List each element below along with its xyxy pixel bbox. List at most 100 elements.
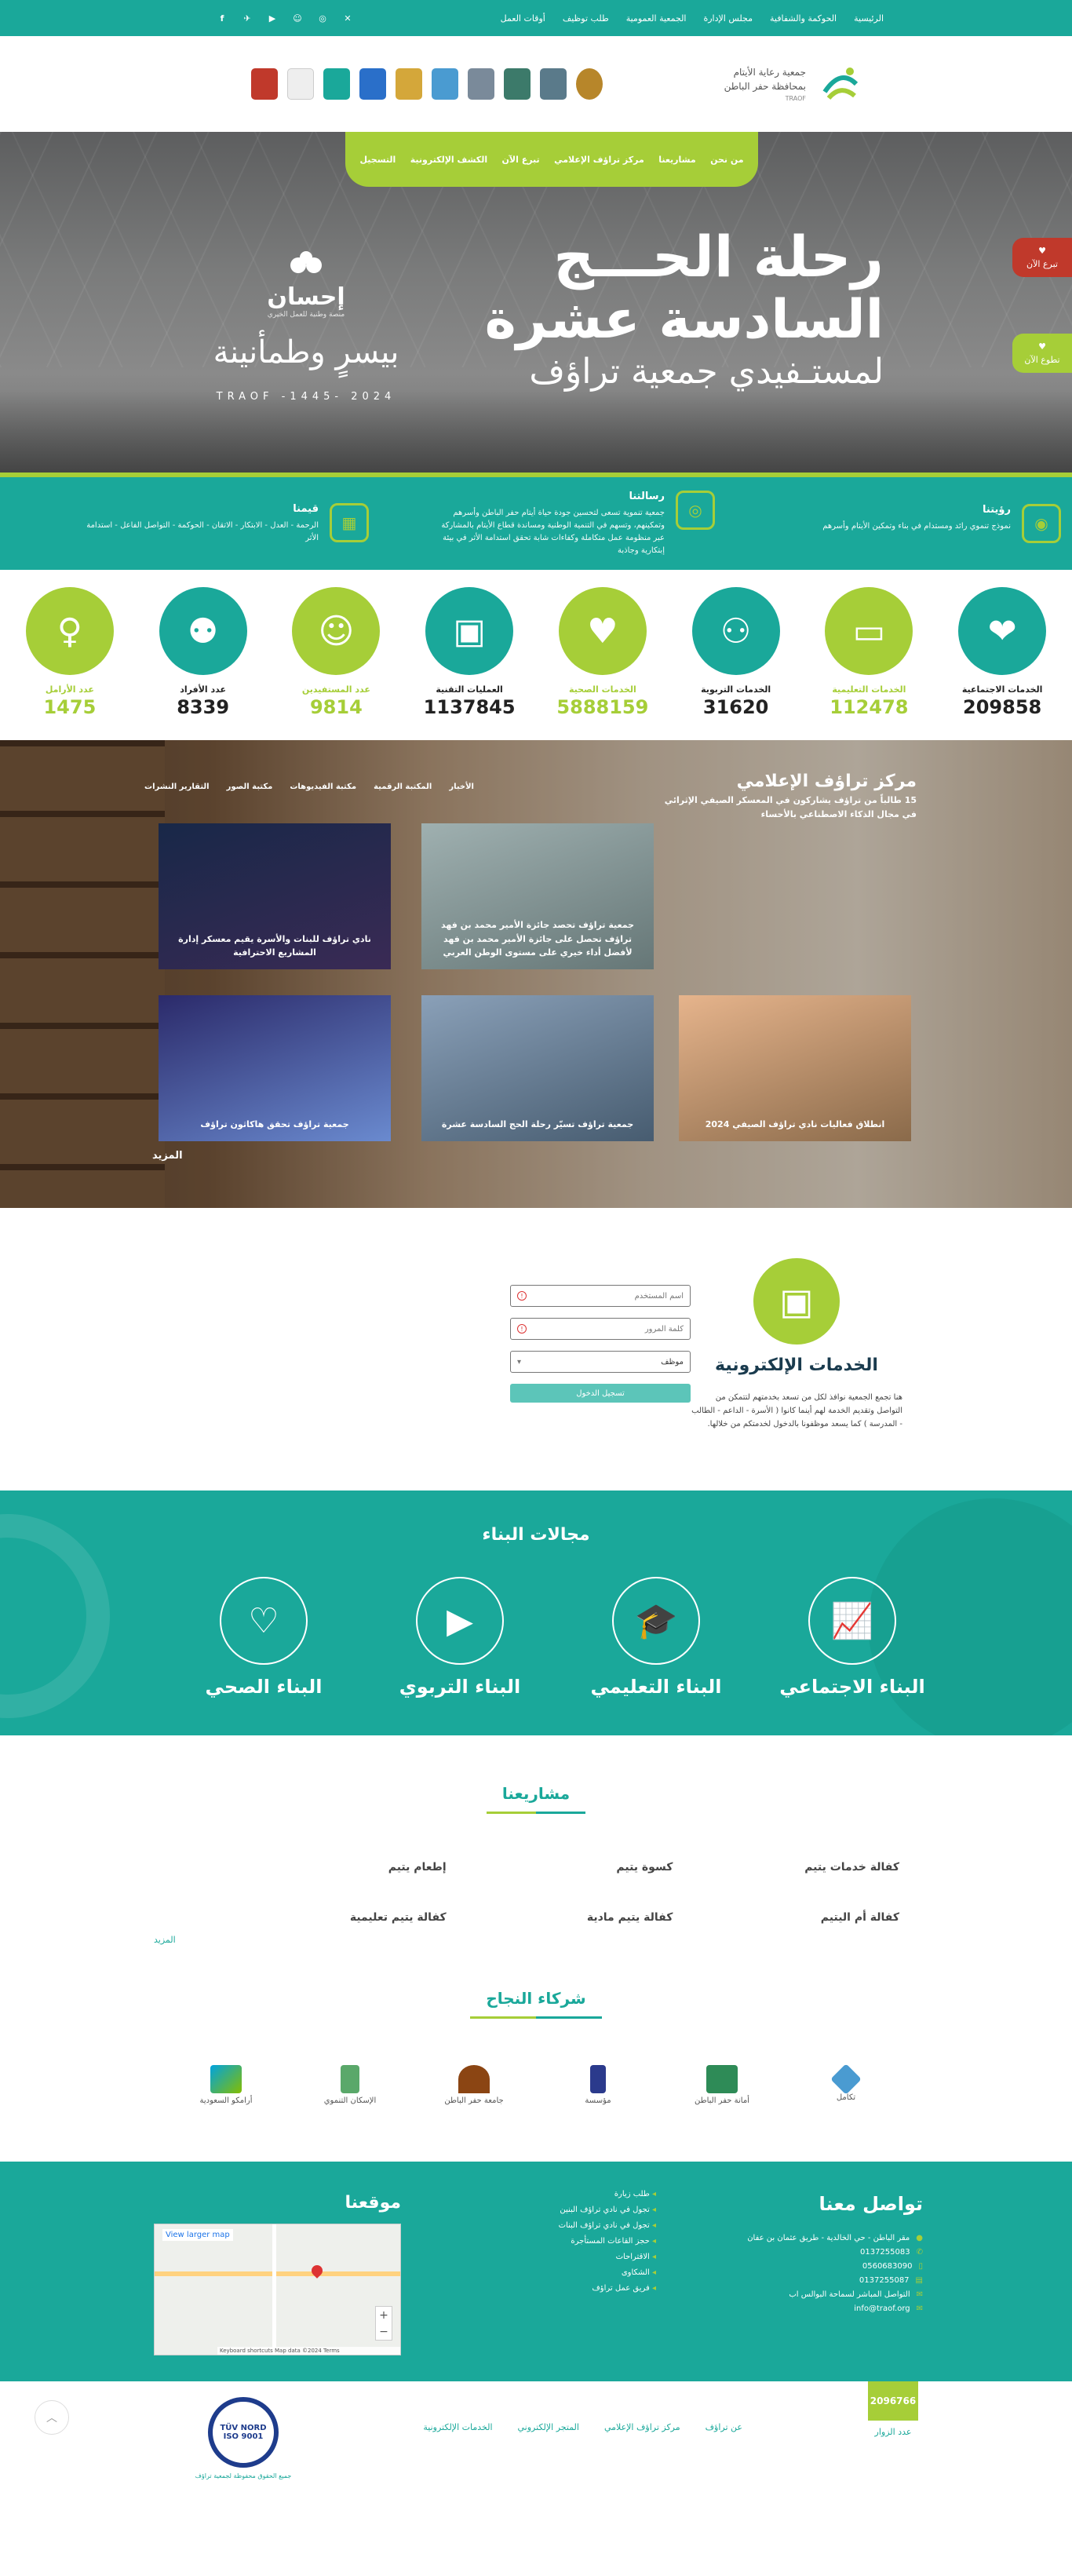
scroll-to-top-button[interactable]: ︿ (35, 2400, 69, 2435)
topnav-jobs-link[interactable]: طلب توظيف (563, 13, 609, 24)
projects-grid: كفالة خدمات يتيم كسوة يتيم إطعام يتيم كف… (0, 1814, 1072, 1924)
topnav-home-link[interactable]: الرئيسية (854, 13, 884, 24)
footer-link[interactable]: تجول في نادي تراؤف البنات (468, 2221, 656, 2230)
chevron-down-icon: ▾ (517, 1357, 522, 1366)
field-educational[interactable]: 🎓 البناء التعليمي (578, 1577, 735, 1698)
nav-media-center[interactable]: مركز تراؤف الإعلامي (554, 155, 644, 165)
username-field[interactable]: ! اسم المستخدم (510, 1285, 691, 1307)
nav-e-disclosure[interactable]: الكشف الإلكترونية (410, 155, 487, 165)
view-larger-map-link[interactable]: View larger map (162, 2229, 233, 2241)
footer-link[interactable]: طلب زيارة (468, 2190, 656, 2198)
field-social[interactable]: 📈 البناء الاجتماعي (774, 1577, 931, 1698)
footer-link[interactable]: الاقتراحات (468, 2253, 656, 2261)
graduation-icon: 🎓 (612, 1577, 700, 1665)
top-nav: الرئيسية الحوكمة والشفافية مجلس الإدارة … (501, 13, 884, 24)
media-ticker[interactable]: 15 طالباً من تراؤف يشاركون في المعسكر ال… (658, 794, 917, 821)
nav-register[interactable]: التسجيل (359, 155, 396, 165)
partner-logo[interactable]: مؤسسة (551, 2060, 645, 2110)
partner-logo[interactable]: أمانة حفر الباطن (675, 2060, 769, 2110)
stat-label: الخدمات التعليمية (832, 684, 906, 695)
footer-link[interactable]: تجول في نادي تراؤف البنين (468, 2206, 656, 2214)
topnav-hours-link[interactable]: أوقات العمل (501, 13, 545, 24)
contact-phone[interactable]: ✆ 0137255083 (687, 2248, 923, 2257)
site-logo[interactable]: جمعية رعاية الأيتام بمحافظة حفر الباطن T… (724, 60, 864, 108)
tab-news[interactable]: الأخبار (449, 783, 474, 791)
partner-logo[interactable]: الإسكان التنموي (303, 2060, 397, 2110)
project-item[interactable]: كفالة أم اليتيم (673, 1911, 899, 1924)
floating-donate-button[interactable]: ♥ تبرع الآن (1012, 238, 1072, 277)
project-item[interactable]: كسوة يتيم (447, 1861, 673, 1874)
news-card[interactable]: جمعية تراؤف تحصد جائزة الأمير محمد بن فه… (421, 823, 654, 969)
role-select[interactable]: ▾ موظف (510, 1351, 691, 1373)
tab-photos[interactable]: مكتبة الصور (227, 783, 273, 791)
footer-link[interactable]: حجز القاعات المستأجرة (468, 2237, 656, 2246)
ihsan-badge: إحسان منصة وطنية للعمل الخيري بيسرٍ وطمأ… (188, 250, 424, 403)
map-credits: Keyboard shortcuts Map data ©2024 Terms (217, 2347, 400, 2355)
phone-icon: ✆ (916, 2248, 923, 2257)
login-form: ! اسم المستخدم ! كلمة المرور ▾ موظف تسجي… (510, 1285, 691, 1491)
field-health[interactable]: ♡ البناء الصحي (185, 1577, 342, 1698)
topnav-assembly-link[interactable]: الجمعية العمومية (626, 13, 687, 24)
contact-fax[interactable]: ▤ 0137255087 (687, 2276, 923, 2285)
heart-icon: ♥ (1038, 246, 1046, 256)
bottom-bar: 2096766 عدد الزوار عن تراؤف مركز تراؤف ا… (0, 2381, 1072, 2499)
bottom-nav-media[interactable]: مركز تراؤف الإعلامي (604, 2422, 680, 2432)
bottom-nav-about[interactable]: عن تراؤف (706, 2422, 742, 2432)
floating-volunteer-button[interactable]: ♥ تطوع الآن (1012, 334, 1072, 373)
hero-title-line1: رحلة الحـــج (553, 224, 884, 290)
hajj-calligraphy: بيسرٍ وطمأنينة (213, 334, 399, 370)
news-card[interactable]: نادي تراؤف للبنات والأسرة يقيم معسكر إدا… (159, 823, 391, 969)
x-icon[interactable]: ✕ (341, 12, 354, 24)
tab-digital-library[interactable]: المكتبة الرقمية (374, 783, 432, 791)
project-item[interactable]: كفالة يتيم مادية (447, 1911, 673, 1924)
contact-direct[interactable]: ✉ التواصل المباشر لسماحة البوالس اب (687, 2290, 923, 2299)
bottom-nav-eservices[interactable]: الخدمات الإلكترونية (423, 2422, 492, 2432)
footer-link[interactable]: الشكاوى (468, 2268, 656, 2277)
stat-value: 5888159 (556, 696, 649, 718)
zoom-in-icon[interactable]: + (379, 2309, 388, 2322)
project-item[interactable]: كفالة خدمات يتيم (673, 1861, 899, 1874)
tab-videos[interactable]: مكتبة الفيديوهات (290, 783, 356, 791)
required-icon: ! (517, 1291, 527, 1301)
stat-item: ⚇ الخدمات التربوية 31620 (669, 587, 803, 718)
monitor-icon: ▣ (425, 587, 514, 675)
password-field[interactable]: ! كلمة المرور (510, 1318, 691, 1340)
nav-projects[interactable]: مشاريعنا (658, 155, 695, 165)
projects-more-link[interactable]: المزيد (0, 1935, 1072, 1945)
partner-logo[interactable]: جامعة حفر الباطن (427, 2060, 521, 2110)
project-item[interactable]: إطعام يتيم (220, 1861, 447, 1874)
news-card[interactable]: جمعية تراؤف تسيّر رحلة الحج السادسة عشرة (421, 995, 654, 1141)
hand-heart-icon: ❤ (958, 587, 1047, 675)
contact-direct-text: التواصل المباشر لسماحة البوالس اب (789, 2290, 910, 2299)
contact-email[interactable]: ✉ info@traof.org (687, 2304, 923, 2313)
partner-logo[interactable]: أرامكو السعودية (179, 2060, 273, 2110)
heartbeat-icon: ♡ (220, 1577, 308, 1665)
hero-title-line2: السادسة عشرة (484, 289, 884, 351)
facebook-icon[interactable]: f (216, 12, 228, 24)
footer-link[interactable]: فريق عمل تراؤف (468, 2284, 656, 2293)
news-card[interactable]: انطلاق فعاليات نادي تراؤف الصيفي 2024 (679, 995, 911, 1141)
field-pedagogical[interactable]: ▶ البناء التربوي (381, 1577, 538, 1698)
zoom-out-icon[interactable]: − (379, 2326, 388, 2338)
nav-about[interactable]: من نحن (710, 155, 744, 165)
topnav-governance-link[interactable]: الحوكمة والشفافية (770, 13, 837, 24)
snapchat-icon[interactable]: ☺ (291, 12, 304, 24)
nav-donate[interactable]: تبرع الآن (502, 155, 540, 165)
media-more-link[interactable]: المزيد (152, 1150, 183, 1162)
news-card[interactable]: جمعية تراؤف تحقق هاكاثون تراؤف (159, 995, 391, 1141)
partner-logo[interactable]: تكامل (799, 2060, 893, 2110)
instagram-icon[interactable]: ◎ (316, 12, 329, 24)
stat-label: الخدمات الصحية (568, 684, 636, 695)
tab-reports[interactable]: التقارير النشرات (144, 783, 210, 791)
location-map[interactable]: View larger map + − Keyboard shortcuts M… (154, 2224, 401, 2355)
stat-value: 1475 (43, 696, 97, 718)
partner-badge-10 (576, 68, 603, 100)
project-item[interactable]: كفالة يتيم تعليمية (220, 1911, 447, 1924)
iso-badge: TÜV NORD ISO 9001 جميع الحقوق محفوظة لجم… (188, 2397, 298, 2479)
youtube-icon[interactable]: ▶ (266, 12, 279, 24)
telegram-icon[interactable]: ✈ (241, 12, 253, 24)
bottom-nav-store[interactable]: المتجر الإلكتروني (518, 2422, 579, 2432)
login-button[interactable]: تسجيل الدخول (510, 1384, 691, 1403)
topnav-board-link[interactable]: مجلس الإدارة (703, 13, 753, 24)
contact-mobile[interactable]: ▯ 0560683090 (687, 2262, 923, 2271)
